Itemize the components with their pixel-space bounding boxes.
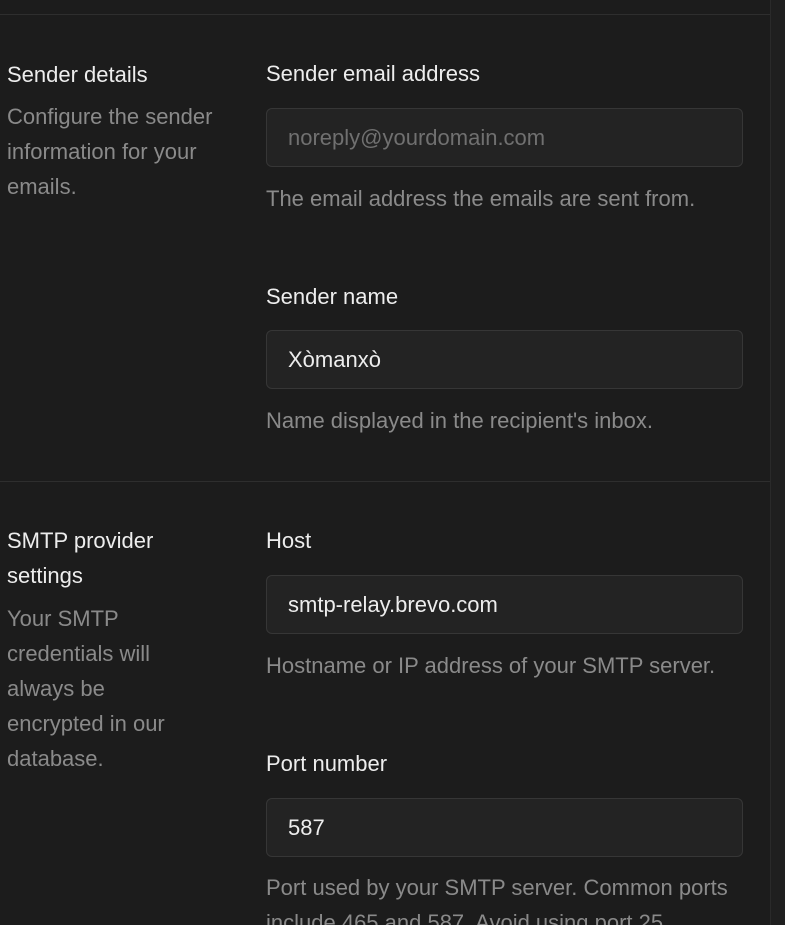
- port-label: Port number: [266, 751, 388, 776]
- sender-name-help: Name displayed in the recipient's inbox.: [266, 408, 653, 433]
- sender-email-help: The email address the emails are sent fr…: [266, 186, 696, 211]
- host-input[interactable]: [266, 575, 743, 634]
- sender-details-description: Configure the sender information for you…: [7, 104, 213, 199]
- smtp-settings-panel: Sender details Configure the sender info…: [0, 0, 771, 925]
- section-divider: [0, 481, 770, 482]
- port-input[interactable]: [266, 798, 743, 857]
- smtp-settings-description: Your SMTP credentials will always be enc…: [7, 606, 165, 771]
- sender-details-title: Sender details: [7, 62, 148, 87]
- host-help: Hostname or IP address of your SMTP serv…: [266, 653, 716, 678]
- sender-email-label: Sender email address: [266, 61, 481, 86]
- port-help: Port used by your SMTP server. Common po…: [266, 875, 728, 925]
- host-label: Host: [266, 528, 312, 553]
- sender-name-input[interactable]: [266, 330, 743, 389]
- scrollbar-track[interactable]: [771, 0, 785, 925]
- sender-email-input[interactable]: [266, 108, 743, 167]
- sender-name-label: Sender name: [266, 284, 399, 309]
- smtp-settings-title: SMTP provider settings: [7, 528, 154, 588]
- top-divider: [0, 14, 770, 15]
